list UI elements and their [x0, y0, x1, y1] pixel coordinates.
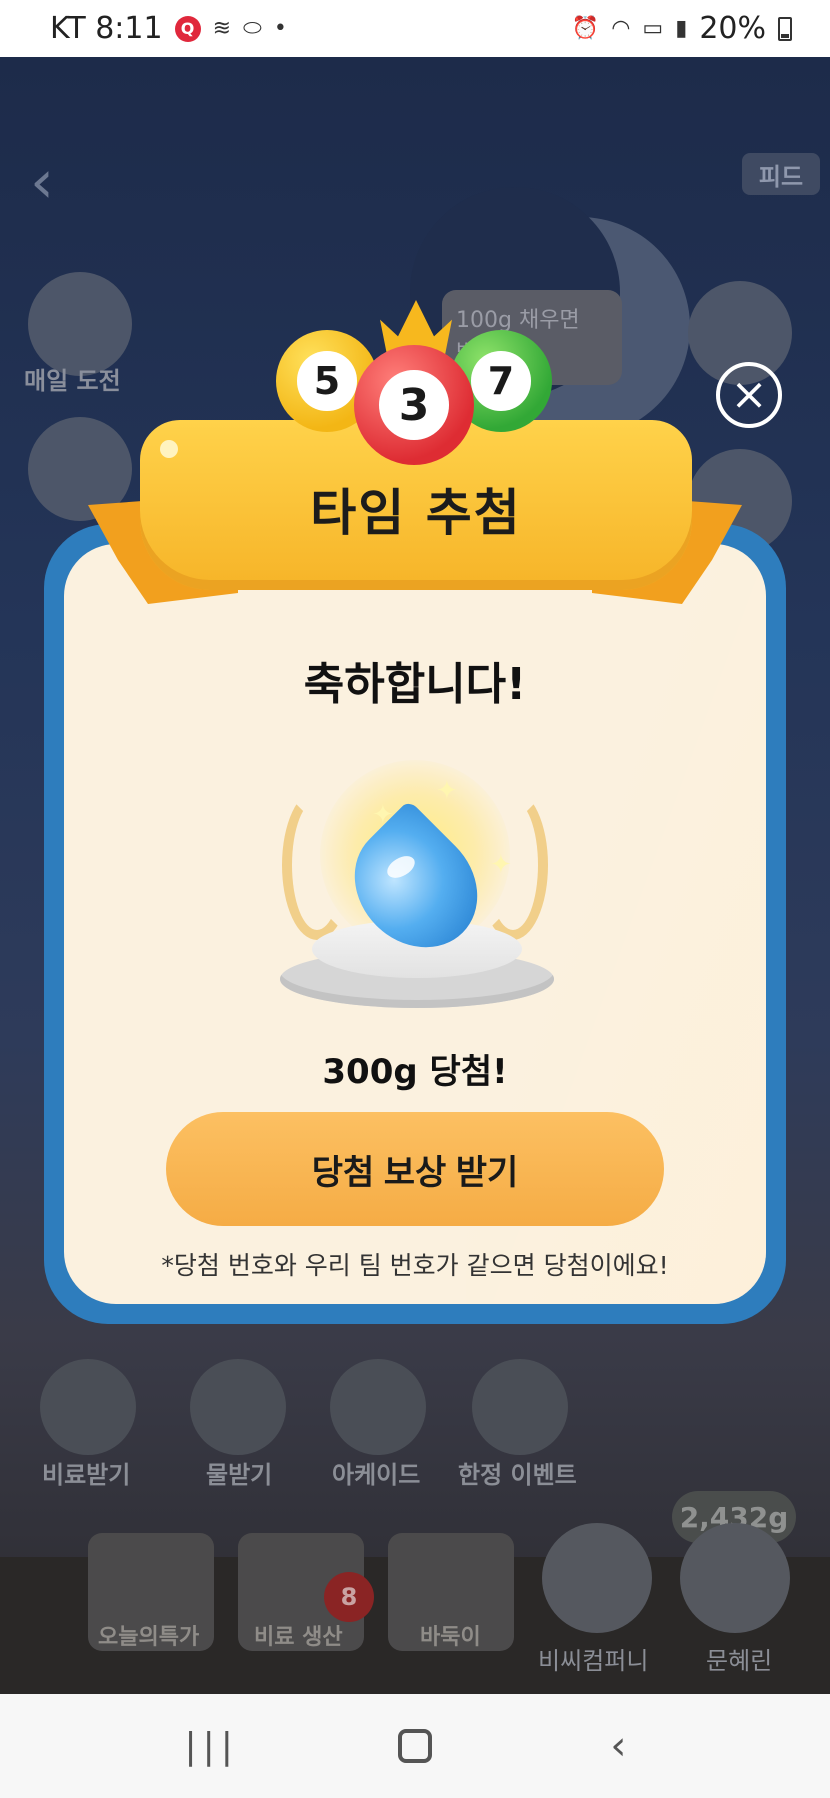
fertilizer-badge: 8: [324, 1572, 374, 1622]
limited-event-button[interactable]: [472, 1359, 568, 1455]
fertilizer-receive-button[interactable]: [40, 1359, 136, 1455]
daily-deal-label: 오늘의특가: [98, 1625, 200, 1650]
close-icon[interactable]: ×: [716, 362, 782, 428]
wifi-icon: ◠: [611, 16, 631, 41]
status-left: KT 8:11 Q ≋ ⬭ •: [50, 11, 287, 46]
feed-button[interactable]: 피드: [742, 153, 820, 195]
back-arrow-icon[interactable]: ‹: [30, 147, 54, 217]
status-bar: KT 8:11 Q ≋ ⬭ • ⏰ ◠ ▭ ▮ 20%: [0, 0, 830, 57]
fertilizer-receive-label: 비료받기: [42, 1461, 131, 1489]
laurel-left-icon: [282, 790, 352, 940]
friend-name-bc: 비씨컴퍼니: [538, 1647, 649, 1675]
arcade-button[interactable]: [330, 1359, 426, 1455]
friend-avatar-bc[interactable]: [542, 1523, 652, 1633]
sparkle-icon: ✦: [372, 800, 394, 830]
ball-number-1: 5: [297, 351, 357, 411]
congrats-heading: 축하합니다!: [303, 659, 527, 710]
hd-icon: ▭: [642, 16, 664, 41]
home-icon: [397, 1729, 432, 1763]
ribbon-highlight: [160, 440, 178, 458]
prize-text: 300g 당첨!: [322, 1052, 508, 1092]
arcade-label: 아케이드: [332, 1461, 421, 1489]
claim-reward-button[interactable]: 당첨 보상 받기: [166, 1112, 664, 1226]
laurel-right-icon: [478, 790, 548, 940]
limited-event-label: 한정 이벤트: [458, 1461, 577, 1489]
recent-apps-icon[interactable]: |||: [172, 1716, 252, 1776]
battery-percent: 20%: [699, 11, 766, 46]
ball-number-2: 3: [379, 370, 449, 440]
fertilizer-production-label: 비료 생산: [254, 1625, 343, 1650]
pill-icon: ⬭: [243, 16, 262, 41]
back-icon[interactable]: ‹: [578, 1716, 658, 1776]
sparkle-icon: ✦: [490, 850, 512, 880]
status-right: ⏰ ◠ ▭ ▮ 20%: [572, 11, 792, 46]
lottery-ball-red: 3: [354, 345, 474, 465]
navigation-bar: ||| ‹: [0, 1694, 830, 1798]
puppy-label: 바둑이: [420, 1625, 481, 1650]
sparkle-icon: ✦: [436, 776, 458, 806]
more-dot-icon: •: [273, 16, 287, 41]
water-receive-label: 물받기: [206, 1461, 273, 1489]
ball-number-3: 7: [471, 351, 531, 411]
q-app-icon: Q: [174, 15, 201, 42]
alarm-icon: ⏰: [571, 16, 600, 41]
battery-icon: [778, 16, 792, 41]
carrier-time: KT 8:11: [50, 11, 163, 46]
signal-icon: ▮: [675, 16, 688, 41]
winning-note: *당첨 번호와 우리 팀 번호가 같으면 당첨이에요!: [161, 1251, 669, 1280]
daily-challenge-label: 매일 도전: [24, 367, 121, 395]
friend-name-2: 문혜린: [706, 1647, 773, 1675]
notification-icon: ≋: [212, 16, 232, 41]
friend-avatar-2[interactable]: [680, 1523, 790, 1633]
jar-tip-line-1: 100g 채우면: [456, 308, 580, 333]
water-receive-button[interactable]: [190, 1359, 286, 1455]
modal-title: 타임 추첨: [310, 484, 522, 542]
home-button[interactable]: [375, 1716, 455, 1776]
